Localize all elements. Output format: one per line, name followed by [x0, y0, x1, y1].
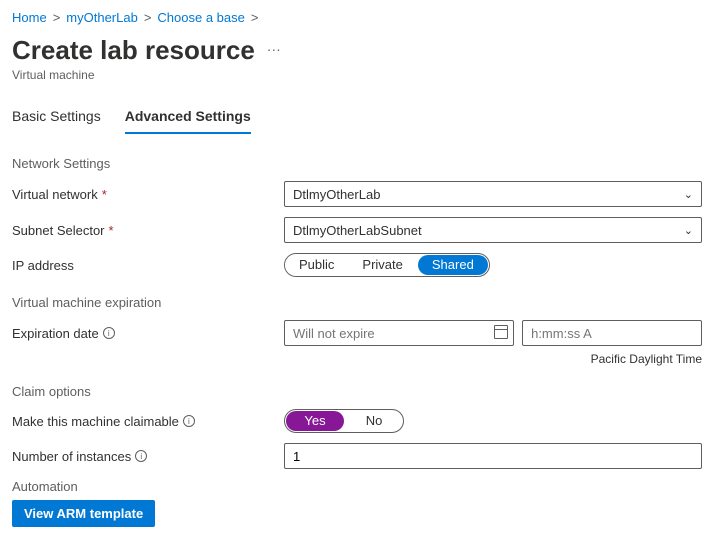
breadcrumb-link-home[interactable]: Home — [12, 10, 47, 25]
required-icon: * — [109, 223, 114, 238]
expiration-date-input[interactable] — [284, 320, 514, 346]
ip-option-private[interactable]: Private — [348, 254, 416, 276]
more-actions-button[interactable]: ··· — [267, 41, 281, 57]
chevron-right-icon: > — [53, 10, 61, 25]
timezone-label: Pacific Daylight Time — [284, 352, 702, 366]
section-vm-expiration: Virtual machine expiration — [12, 295, 702, 310]
claimable-yes[interactable]: Yes — [286, 411, 344, 431]
required-icon: * — [102, 187, 107, 202]
claimable-no[interactable]: No — [345, 410, 403, 432]
chevron-down-icon: ⌄ — [684, 224, 693, 237]
expiration-time-input[interactable] — [522, 320, 702, 346]
section-automation: Automation — [12, 479, 702, 494]
claimable-label: Make this machine claimable i — [12, 414, 260, 429]
ip-option-public[interactable]: Public — [285, 254, 348, 276]
tab-basic-settings[interactable]: Basic Settings — [12, 102, 101, 134]
claimable-toggle: Yes No — [284, 409, 404, 433]
tab-advanced-settings[interactable]: Advanced Settings — [125, 102, 251, 134]
info-icon[interactable]: i — [103, 327, 115, 339]
chevron-down-icon: ⌄ — [684, 188, 693, 201]
expiration-date-label: Expiration date i — [12, 326, 260, 341]
section-claim-options: Claim options — [12, 384, 702, 399]
tab-strip: Basic Settings Advanced Settings — [12, 102, 702, 134]
ip-address-toggle: Public Private Shared — [284, 253, 490, 277]
section-network-settings: Network Settings — [12, 156, 702, 171]
page-title: Create lab resource — [12, 35, 255, 66]
info-icon[interactable]: i — [135, 450, 147, 462]
instances-label: Number of instances i — [12, 449, 260, 464]
subnet-selector-label: Subnet Selector * — [12, 223, 260, 238]
subnet-select[interactable]: DtlmyOtherLabSubnet ⌄ — [284, 217, 702, 243]
breadcrumb: Home > myOtherLab > Choose a base > — [12, 10, 702, 25]
chevron-right-icon: > — [144, 10, 152, 25]
breadcrumb-link-lab[interactable]: myOtherLab — [66, 10, 138, 25]
page-subtitle: Virtual machine — [12, 68, 702, 82]
chevron-right-icon: > — [251, 10, 259, 25]
info-icon[interactable]: i — [183, 415, 195, 427]
ip-option-shared[interactable]: Shared — [418, 255, 488, 275]
breadcrumb-link-choose-base[interactable]: Choose a base — [157, 10, 244, 25]
instances-input[interactable] — [284, 443, 702, 469]
view-arm-template-button[interactable]: View ARM template — [12, 500, 155, 527]
virtual-network-label: Virtual network * — [12, 187, 260, 202]
ip-address-label: IP address — [12, 258, 260, 273]
virtual-network-select[interactable]: DtlmyOtherLab ⌄ — [284, 181, 702, 207]
calendar-icon[interactable] — [494, 325, 508, 339]
